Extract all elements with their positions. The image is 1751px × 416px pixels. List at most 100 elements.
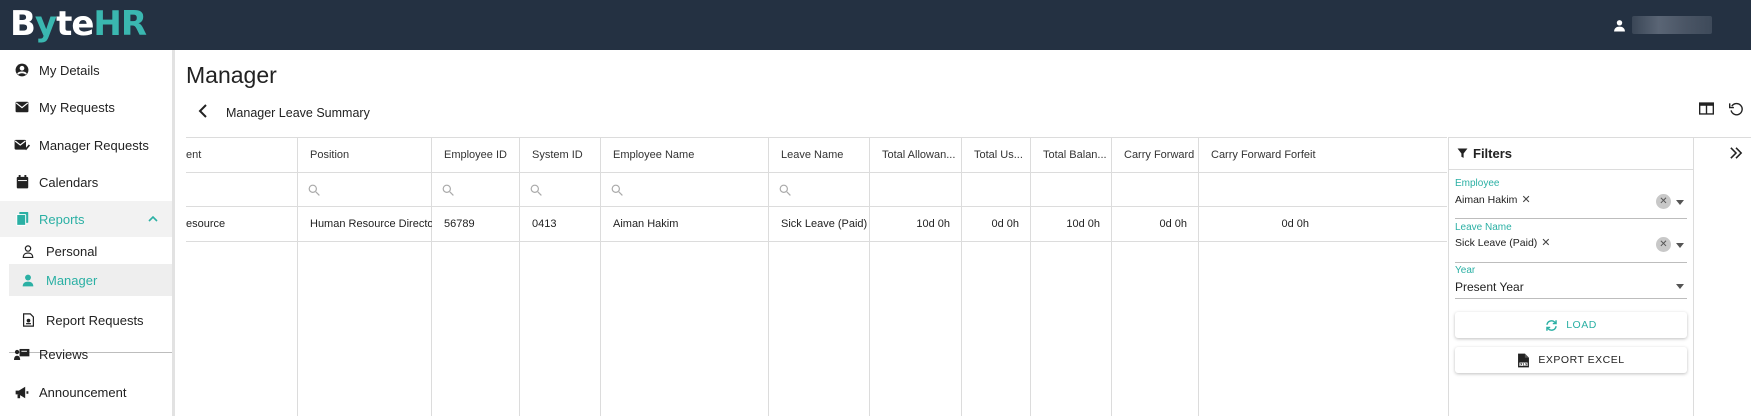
cell-total-used: 0d 0h xyxy=(991,218,1019,230)
leave-name-chip: Sick Leave (Paid) ✕ xyxy=(1455,236,1551,250)
logo-letters-te: te xyxy=(56,4,94,44)
sidebar-item-calendars[interactable]: Calendars xyxy=(0,164,172,200)
cell-department: esource xyxy=(186,218,226,230)
employee-filter[interactable]: Employee Aiman Hakim ✕ ✕ xyxy=(1455,178,1687,220)
sidebar-item-label: My Requests xyxy=(39,99,115,115)
column-header-carry-forward-forfeit[interactable]: Carry Forward Forfeit xyxy=(1199,138,1321,172)
leave-name-dropdown-caret-icon[interactable] xyxy=(1676,243,1684,248)
year-dropdown-caret-icon[interactable] xyxy=(1676,284,1684,289)
column-header-system-id[interactable]: System ID xyxy=(520,138,601,172)
filters-header: Filters xyxy=(1449,138,1694,170)
clear-employee-icon[interactable]: ✕ xyxy=(1656,194,1671,209)
bytehr-logo[interactable]: B y te HR xyxy=(10,4,147,44)
sidebar-item-report-requests[interactable]: Report Requests xyxy=(0,302,172,338)
sidebar-item-announcement[interactable]: Announcement xyxy=(0,374,172,410)
leave-name-chip-label: Sick Leave (Paid) xyxy=(1455,236,1538,249)
user-name-redacted xyxy=(1632,16,1712,34)
calendar-icon xyxy=(12,175,32,189)
sidebar-item-manager-requests[interactable]: Manager Requests xyxy=(0,127,172,163)
export-excel-button[interactable]: XLS EXPORT EXCEL xyxy=(1455,347,1687,373)
back-arrow-icon[interactable] xyxy=(197,104,211,118)
column-header-total-balance[interactable]: Total Balan... xyxy=(1031,138,1112,172)
chip-remove-icon[interactable]: ✕ xyxy=(1541,236,1550,249)
column-header-department[interactable]: ent xyxy=(186,138,298,172)
load-button[interactable]: LOAD xyxy=(1455,312,1687,338)
position-filter-search-icon[interactable] xyxy=(298,173,320,206)
grid-column xyxy=(1112,138,1199,416)
sidebar-item-reviews[interactable]: Reviews xyxy=(0,336,172,372)
clear-leave-name-icon[interactable]: ✕ xyxy=(1656,237,1671,252)
cell-employee-id: 56789 xyxy=(444,218,475,230)
year-select-value: Present Year xyxy=(1455,280,1524,294)
sidebar-item-label: Manager Requests xyxy=(39,137,149,153)
cell-system-id: 0413 xyxy=(532,218,557,230)
columns-layout-icon[interactable] xyxy=(1691,102,1721,116)
column-header-leave-name[interactable]: Leave Name xyxy=(769,138,870,172)
envelope-check-icon xyxy=(12,139,32,151)
chevron-up-icon xyxy=(148,216,158,222)
field-underline xyxy=(1455,298,1687,299)
filters-title: Filters xyxy=(1473,146,1513,161)
grid-column xyxy=(1199,138,1321,416)
logo-letters-hr: HR xyxy=(93,4,147,44)
leave-name-filter-search-icon[interactable] xyxy=(769,173,791,206)
column-header-carry-forward[interactable]: Carry Forward xyxy=(1112,138,1199,172)
svg-text:XLS: XLS xyxy=(1521,362,1529,366)
refresh-icon xyxy=(1546,319,1557,331)
grid-column xyxy=(962,138,1031,416)
megaphone-icon xyxy=(12,386,32,399)
system-id-filter-search-icon[interactable] xyxy=(520,173,542,206)
grid-column xyxy=(1031,138,1112,416)
cell-leave-name: Sick Leave (Paid) xyxy=(781,218,868,230)
employee-filter-label: Employee xyxy=(1455,178,1500,189)
sidebar-item-label: My Details xyxy=(39,62,100,78)
field-underline xyxy=(1455,218,1687,219)
leave-name-filter[interactable]: Leave Name Sick Leave (Paid) ✕ ✕ xyxy=(1455,222,1687,264)
leave-name-filter-label: Leave Name xyxy=(1455,222,1512,233)
cell-carry-forward-forfeit: 0d 0h xyxy=(1281,218,1309,230)
sidebar-item-my-details[interactable]: My Details xyxy=(0,52,172,88)
cell-total-balance: 10d 0h xyxy=(1066,218,1100,230)
filters-collapse-strip xyxy=(1693,137,1751,416)
load-button-label: LOAD xyxy=(1566,319,1597,331)
presentation-icon xyxy=(12,348,32,361)
sidebar-item-manager[interactable]: Manager xyxy=(9,264,172,296)
toolbar xyxy=(1691,102,1751,116)
envelope-icon xyxy=(12,101,32,113)
user-menu[interactable] xyxy=(1613,0,1751,50)
double-chevron-right-icon[interactable] xyxy=(1729,146,1743,164)
cell-carry-forward: 0d 0h xyxy=(1159,218,1187,230)
sidebar-item-my-requests[interactable]: My Requests xyxy=(0,89,172,125)
person-outline-icon xyxy=(18,244,38,258)
grid-column xyxy=(186,138,298,416)
sidebar-item-reports[interactable]: Reports xyxy=(0,201,172,237)
sidebar-item-label: Report Requests xyxy=(46,312,144,328)
column-header-total-used[interactable]: Total Us... xyxy=(962,138,1031,172)
excel-file-icon: XLS xyxy=(1518,353,1530,367)
column-header-total-allowance[interactable]: Total Allowan... xyxy=(870,138,962,172)
column-header-employee-id[interactable]: Employee ID xyxy=(432,138,520,172)
cell-employee-name: Aiman Hakim xyxy=(613,218,679,230)
employee-id-filter-search-icon[interactable] xyxy=(432,173,454,206)
column-header-position[interactable]: Position xyxy=(298,138,432,172)
cell-total-allowance: 10d 0h xyxy=(916,218,950,230)
grid-column xyxy=(601,138,769,416)
export-excel-label: EXPORT EXCEL xyxy=(1538,354,1625,366)
employee-dropdown-caret-icon[interactable] xyxy=(1676,200,1684,205)
sidebar-item-label: Reviews xyxy=(39,346,89,362)
employee-name-filter-search-icon[interactable] xyxy=(601,173,623,206)
sidebar-item-label: Calendars xyxy=(39,174,99,190)
user-icon xyxy=(1614,19,1625,31)
sidebar-item-label: Reports xyxy=(39,211,85,227)
employee-chip: Aiman Hakim ✕ xyxy=(1455,193,1531,207)
grid-row-divider xyxy=(186,241,1447,242)
reset-icon[interactable] xyxy=(1721,102,1751,116)
year-filter[interactable]: Year Present Year xyxy=(1455,265,1687,301)
logo-letter-b: B xyxy=(10,4,36,44)
chip-remove-icon[interactable]: ✕ xyxy=(1521,193,1530,206)
column-header-employee-name[interactable]: Employee Name xyxy=(601,138,769,172)
person-filled-icon xyxy=(18,274,38,287)
page-title: Manager xyxy=(186,62,277,88)
grid-column xyxy=(870,138,962,416)
sidebar-item-label: Manager xyxy=(46,272,98,288)
